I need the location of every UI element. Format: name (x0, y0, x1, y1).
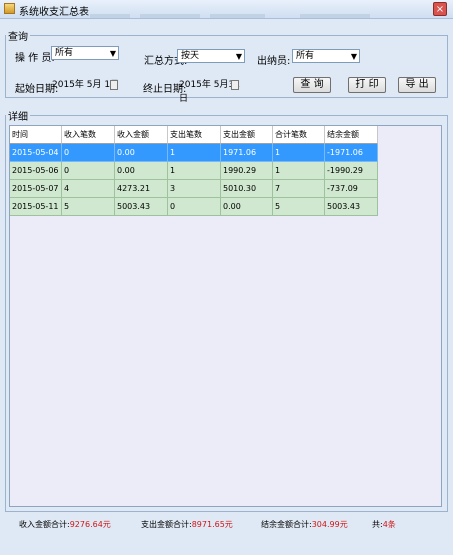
menu-strip (300, 14, 370, 18)
table-cell: 0.00 (221, 198, 273, 216)
column-header[interactable]: 合计笔数 (273, 126, 325, 144)
table-cell: 2015-05-04 (10, 144, 62, 162)
expense-total-value: 8971.65元 (191, 520, 233, 529)
cashier-label: 出纳员: (257, 56, 291, 67)
table-row[interactable]: 2015-05-04 0 0.00 1 1971.06 1 -1971.06 (10, 144, 378, 162)
table-cell: 5003.43 (325, 198, 378, 216)
table-row[interactable]: 2015-05-06 0 0.00 1 1990.29 1 -1990.29 (10, 162, 378, 180)
export-button[interactable]: 导 出 (398, 77, 436, 93)
column-header[interactable]: 支出金额 (221, 126, 273, 144)
income-total-label: 收入金额合计: (19, 520, 70, 529)
operator-label: 操 作 员: (15, 53, 55, 64)
operator-value: 所有 (55, 48, 74, 58)
balance-total-label: 结余金额合计: (261, 520, 312, 529)
table-cell: 5010.30 (221, 180, 273, 198)
table-cell: 1 (168, 144, 221, 162)
query-legend: 查询 (8, 32, 28, 43)
table-cell: 0.00 (115, 162, 168, 180)
details-legend: 详细 (8, 112, 28, 123)
menu-strip (90, 14, 130, 18)
calendar-icon[interactable] (110, 80, 118, 90)
dropdown-arrow-icon: ▼ (235, 52, 242, 61)
dropdown-arrow-icon: ▼ (109, 49, 116, 58)
balance-total-value: 304.99元 (311, 520, 348, 529)
summary-mode-select[interactable]: 按天 ▼ (177, 49, 245, 63)
table-cell: 5003.43 (115, 198, 168, 216)
end-date-picker[interactable]: 2015年 5月31日 (179, 78, 247, 104)
query-button[interactable]: 查 询 (293, 77, 331, 93)
menu-strip (140, 14, 200, 18)
calendar-icon[interactable] (231, 80, 239, 90)
close-button[interactable]: × (433, 2, 447, 16)
app-icon (4, 3, 15, 14)
window-title: 系统收支汇总表 (19, 7, 89, 18)
balance-total: 结余金额合计:304.99元 (261, 519, 348, 530)
print-button[interactable]: 打 印 (348, 77, 386, 93)
table-cell: -1971.06 (325, 144, 378, 162)
record-count-label: 共: (372, 520, 383, 529)
income-total: 收入金额合计:9276.64元 (19, 519, 111, 530)
table-cell: 1990.29 (221, 162, 273, 180)
column-header[interactable]: 结余金额 (325, 126, 378, 144)
table-cell: 2015-05-11 (10, 198, 62, 216)
cashier-value: 所有 (296, 51, 315, 61)
table-cell: 5 (273, 198, 325, 216)
table-cell: 4 (62, 180, 115, 198)
dropdown-arrow-icon: ▼ (350, 52, 357, 61)
column-header[interactable]: 支出笔数 (168, 126, 221, 144)
table-cell: 4273.21 (115, 180, 168, 198)
table-cell: 5 (62, 198, 115, 216)
table-cell: 0 (62, 162, 115, 180)
table-cell: 7 (273, 180, 325, 198)
cashier-select[interactable]: 所有 ▼ (292, 49, 360, 63)
income-total-value: 9276.64元 (69, 520, 111, 529)
table-cell: 2015-05-06 (10, 162, 62, 180)
column-header[interactable]: 时间 (10, 126, 62, 144)
record-count-value: 4条 (382, 520, 396, 529)
column-header[interactable]: 收入金额 (115, 126, 168, 144)
operator-select[interactable]: 所有 ▼ (51, 46, 119, 60)
start-date-picker[interactable]: 2015年 5月 1日 (52, 78, 120, 92)
table-row[interactable]: 2015-05-11 5 5003.43 0 0.00 5 5003.43 (10, 198, 378, 216)
table-row[interactable]: 2015-05-07 4 4273.21 3 5010.30 7 -737.09 (10, 180, 378, 198)
table-cell: 0 (168, 198, 221, 216)
table-cell: -737.09 (325, 180, 378, 198)
record-count: 共:4条 (372, 519, 396, 530)
details-grid[interactable]: 时间 收入笔数 收入金额 支出笔数 支出金额 合计笔数 结余金额 2015-05… (9, 125, 442, 507)
expense-total: 支出金额合计:8971.65元 (141, 519, 233, 530)
table-cell: 2015-05-07 (10, 180, 62, 198)
menu-strip (210, 14, 265, 18)
table-cell: -1990.29 (325, 162, 378, 180)
table-cell: 1 (273, 162, 325, 180)
table-cell: 1 (168, 162, 221, 180)
table-cell: 3 (168, 180, 221, 198)
table-cell: 0.00 (115, 144, 168, 162)
table-cell: 1971.06 (221, 144, 273, 162)
table-cell: 1 (273, 144, 325, 162)
column-header[interactable]: 收入笔数 (62, 126, 115, 144)
expense-total-label: 支出金额合计: (141, 520, 192, 529)
summary-mode-value: 按天 (181, 51, 200, 61)
table-cell: 0 (62, 144, 115, 162)
